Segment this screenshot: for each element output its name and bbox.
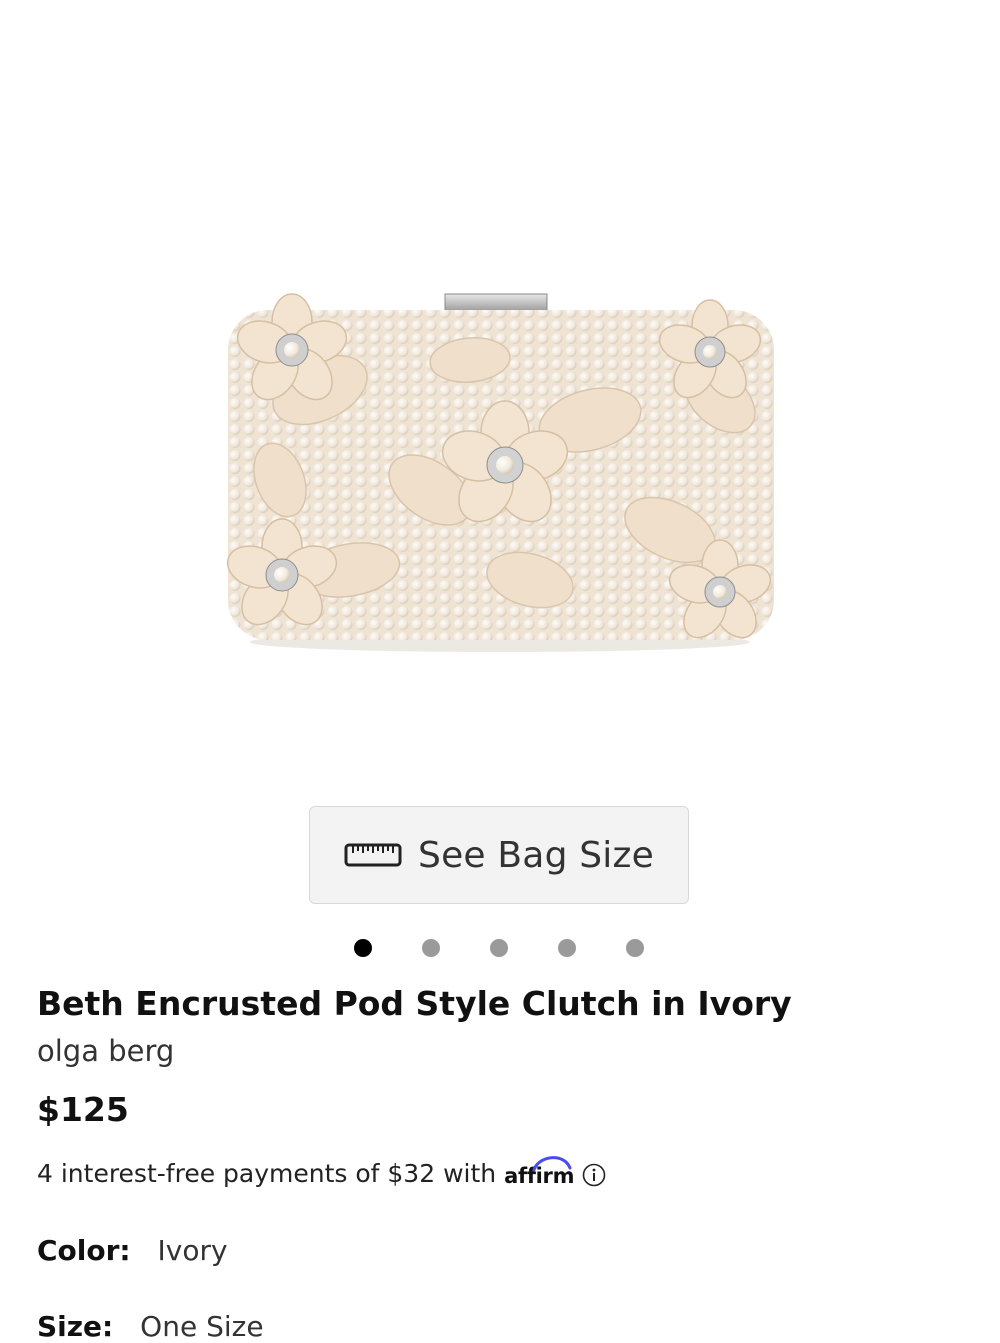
see-bag-size-button[interactable]: See Bag Size bbox=[309, 806, 689, 904]
financing-text: 4 interest-free payments of $32 with bbox=[37, 1159, 497, 1188]
carousel-dot-4[interactable] bbox=[558, 939, 576, 957]
carousel-dot-1[interactable] bbox=[354, 939, 372, 957]
product-title: Beth Encrusted Pod Style Clutch in Ivory bbox=[37, 984, 792, 1023]
color-label: Color: bbox=[37, 1234, 131, 1267]
info-icon[interactable] bbox=[582, 1163, 606, 1187]
affirm-logo: affirm bbox=[504, 1156, 575, 1188]
carousel-dot-5[interactable] bbox=[626, 939, 644, 957]
color-value: Ivory bbox=[157, 1234, 228, 1267]
affirm-arc-icon bbox=[532, 1156, 572, 1172]
carousel-dot-3[interactable] bbox=[490, 939, 508, 957]
see-bag-size-label: See Bag Size bbox=[418, 834, 654, 876]
affirm-financing[interactable]: 4 interest-free payments of $32 with aff… bbox=[37, 1156, 606, 1188]
carousel-dot-2[interactable] bbox=[422, 939, 440, 957]
size-label: Size: bbox=[37, 1310, 114, 1343]
product-image[interactable] bbox=[200, 280, 800, 660]
color-attribute: Color: Ivory bbox=[37, 1234, 228, 1267]
brand-link[interactable]: olga berg bbox=[37, 1034, 174, 1068]
carousel-pagination bbox=[354, 939, 644, 957]
ruler-icon bbox=[344, 843, 402, 867]
size-value: One Size bbox=[140, 1310, 264, 1343]
size-attribute: Size: One Size bbox=[37, 1310, 264, 1343]
product-price: $125 bbox=[37, 1090, 129, 1129]
